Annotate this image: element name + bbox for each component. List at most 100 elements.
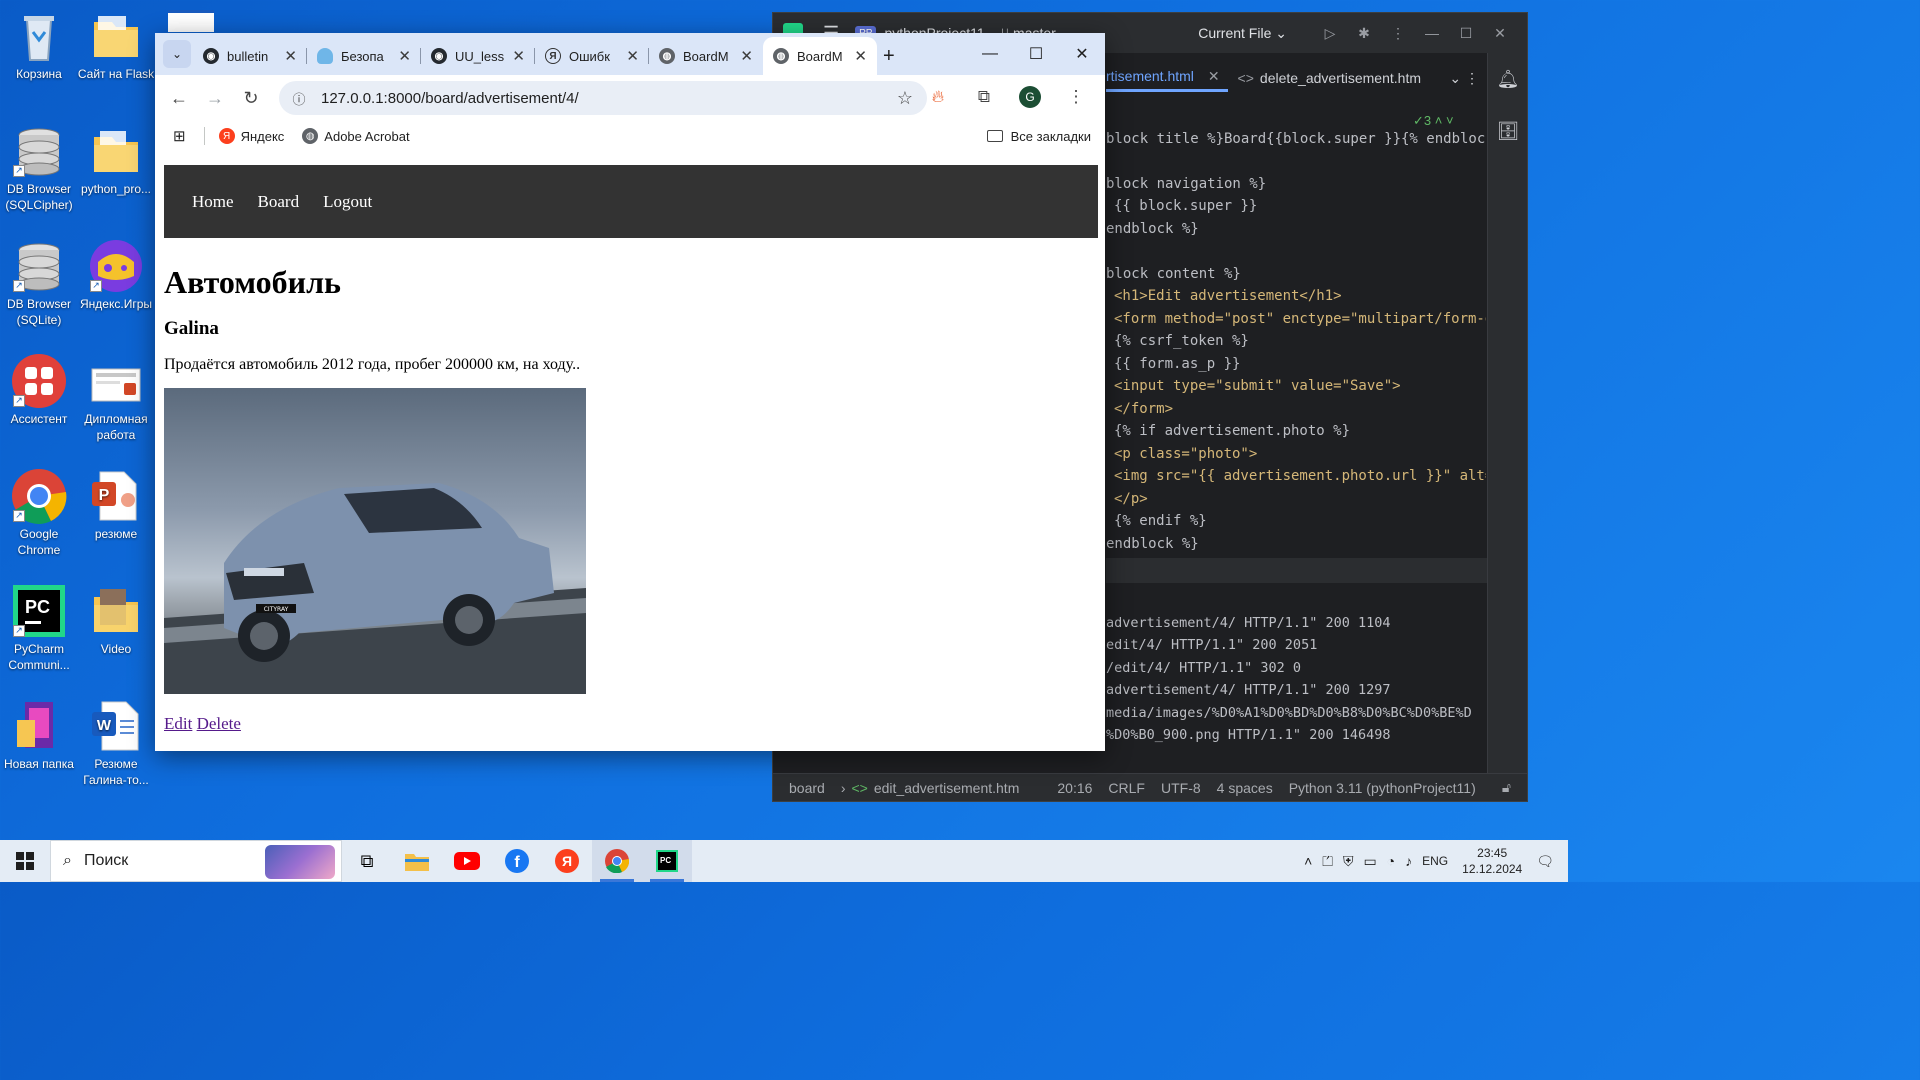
desktop-icon-video[interactable]: Video bbox=[77, 583, 155, 657]
status-position[interactable]: 20:16 bbox=[1057, 780, 1092, 796]
browser-tab[interactable]: Я Ошибк ✕ bbox=[535, 37, 649, 75]
run-icon[interactable]: ▷ bbox=[1313, 25, 1347, 42]
all-bookmarks-button[interactable]: Все закладки bbox=[986, 129, 1091, 144]
maximize-icon[interactable]: ☐ bbox=[1449, 25, 1483, 42]
close-icon[interactable]: ✕ bbox=[1059, 33, 1105, 75]
browser-tab[interactable]: ◍ BoardM ✕ bbox=[649, 37, 763, 75]
editor-tab-active[interactable]: rtisement.html ✕ bbox=[1106, 64, 1228, 92]
status-file[interactable]: edit_advertisement.htm bbox=[874, 780, 1020, 796]
site-info-icon[interactable]: ⓘ bbox=[289, 88, 309, 108]
browser-tab-active[interactable]: ◍ BoardM ✕ bbox=[763, 37, 877, 75]
address-bar[interactable]: ⓘ 127.0.0.1:8000/board/advertisement/4/ … bbox=[279, 81, 927, 115]
status-line-separator[interactable]: CRLF bbox=[1108, 780, 1145, 796]
word-file-icon[interactable] bbox=[168, 10, 214, 32]
desktop-icon-diploma[interactable]: Дипломная работа bbox=[77, 353, 155, 443]
back-icon[interactable]: ← bbox=[161, 80, 197, 116]
desktop-icon-new-folder[interactable]: Новая папка bbox=[0, 698, 78, 772]
desktop-icon-db-browser-sqlcipher[interactable]: ↗ DB Browser (SQLCipher) bbox=[0, 123, 78, 213]
delete-link[interactable]: Delete bbox=[197, 714, 241, 733]
clock[interactable]: 23:45 12.12.2024 bbox=[1462, 845, 1522, 877]
more-icon[interactable]: ⋮ bbox=[1381, 25, 1415, 42]
notifications-icon[interactable]: 🗨︎ bbox=[1536, 853, 1554, 870]
close-tab-icon[interactable]: ✕ bbox=[284, 47, 297, 65]
chrome-taskbar-icon[interactable] bbox=[592, 840, 642, 882]
facebook-icon[interactable]: f bbox=[492, 840, 542, 882]
youtube-icon[interactable] bbox=[442, 840, 492, 882]
notifications-icon[interactable]: 🔔︎ bbox=[1488, 53, 1528, 105]
yandex-browser-icon[interactable]: Я bbox=[542, 840, 592, 882]
pycharm-taskbar-icon[interactable]: PC bbox=[642, 840, 692, 882]
task-view-icon[interactable]: ⧉ bbox=[342, 840, 392, 882]
code-line: <input type="submit" value="Save"> bbox=[1114, 378, 1401, 394]
close-tab-icon[interactable]: ✕ bbox=[512, 47, 525, 65]
taskbar-search[interactable]: ⌕ Поиск bbox=[50, 840, 342, 882]
code-editor[interactable]: block title %}Board{{block.super }}{% en… bbox=[1106, 123, 1486, 553]
extensions-icon[interactable]: ⧉ bbox=[961, 87, 1007, 107]
new-tab-button[interactable]: + bbox=[883, 45, 895, 68]
battery-icon[interactable]: ▭ bbox=[1363, 853, 1376, 870]
desktop-icon-db-browser-sqlite[interactable]: ↗ DB Browser (SQLite) bbox=[0, 238, 78, 328]
close-tab-icon[interactable]: ✕ bbox=[740, 47, 753, 65]
svg-text:PC: PC bbox=[25, 597, 50, 617]
close-tab-icon[interactable]: ✕ bbox=[626, 47, 639, 65]
profile-avatar[interactable]: G bbox=[1007, 86, 1053, 108]
close-icon[interactable]: ✕ bbox=[1483, 25, 1517, 42]
folder-icon bbox=[986, 130, 1003, 142]
editor-tab[interactable]: <> delete_advertisement.htm bbox=[1228, 66, 1431, 90]
advertisement-description: Продаётся автомобиль 2012 года, пробег 2… bbox=[164, 356, 581, 373]
extension-flame-icon[interactable]: 🔥︎ bbox=[915, 87, 961, 107]
tabs-dropdown-icon[interactable]: ⌄ ⋮ bbox=[1449, 70, 1479, 87]
database-tool-icon[interactable]: 🗄︎ bbox=[1488, 105, 1528, 157]
desktop-icon-pycharm[interactable]: PC ↗ PyCharm Communi... bbox=[0, 583, 78, 673]
lock-icon[interactable]: 🔓︎ bbox=[1502, 779, 1511, 796]
desktop-icon-resume-ppt[interactable]: P резюме bbox=[77, 468, 155, 542]
desktop-icon-recycle-bin[interactable]: Корзина bbox=[0, 8, 78, 82]
desktop-icon-resume-word[interactable]: W Резюме Галина-то... bbox=[77, 698, 155, 788]
maximize-icon[interactable]: ☐ bbox=[1013, 33, 1059, 75]
edit-link[interactable]: Edit bbox=[164, 714, 192, 733]
tab-search-icon[interactable]: ⌄ bbox=[163, 40, 191, 68]
run-console[interactable]: advertisement/4/ HTTP/1.1" 200 1104 edit… bbox=[1106, 613, 1486, 773]
start-button[interactable] bbox=[0, 840, 50, 882]
bookmark-adobe-acrobat[interactable]: ◍ Adobe Acrobat bbox=[302, 128, 410, 144]
apps-icon[interactable]: ⊞ bbox=[173, 127, 186, 145]
log-line: edit/4/ HTTP/1.1" 200 2051 bbox=[1106, 637, 1318, 653]
desktop-icon-google-chrome[interactable]: ↗ Google Chrome bbox=[0, 468, 78, 558]
wifi-icon[interactable]: ◔ bbox=[1387, 853, 1395, 869]
close-tab-icon[interactable]: ✕ bbox=[1208, 68, 1220, 84]
nav-link-logout[interactable]: Logout bbox=[323, 192, 372, 212]
desktop-icon-python-pro[interactable]: python_pro... bbox=[77, 123, 155, 197]
volume-icon[interactable]: ♪ bbox=[1405, 853, 1412, 869]
close-tab-icon[interactable]: ✕ bbox=[854, 47, 867, 65]
reload-icon[interactable]: ↻ bbox=[233, 80, 269, 116]
minimize-icon[interactable]: — bbox=[967, 33, 1013, 75]
security-icon[interactable]: ⛨ bbox=[1343, 853, 1354, 870]
bookmark-star-icon[interactable]: ☆ bbox=[897, 88, 913, 109]
debug-icon[interactable]: ✱ bbox=[1347, 25, 1381, 42]
browser-tab[interactable]: Безопа ✕ bbox=[307, 37, 421, 75]
desktop-icon-flask-site[interactable]: Сайт на Flask bbox=[77, 8, 155, 82]
status-encoding[interactable]: UTF-8 bbox=[1161, 780, 1201, 796]
status-interpreter[interactable]: Python 3.11 (pythonProject11) bbox=[1289, 780, 1476, 796]
status-indent[interactable]: 4 spaces bbox=[1217, 780, 1273, 796]
forward-icon[interactable]: → bbox=[197, 80, 233, 116]
run-config-dropdown[interactable]: Current File ⌄ bbox=[1198, 25, 1287, 42]
file-explorer-icon[interactable] bbox=[392, 840, 442, 882]
status-breadcrumb-root[interactable]: board bbox=[789, 780, 825, 796]
desktop-icon-yandex-games[interactable]: ↗ Яндекс.Игры bbox=[77, 238, 155, 312]
minimize-icon[interactable]: — bbox=[1415, 25, 1449, 41]
nav-link-board[interactable]: Board bbox=[258, 192, 300, 212]
nav-link-home[interactable]: Home bbox=[192, 192, 234, 212]
browser-tab[interactable]: ◉ bulletin ✕ bbox=[193, 37, 307, 75]
browser-tab[interactable]: ◉ UU_less ✕ bbox=[421, 37, 535, 75]
log-line: /edit/4/ HTTP/1.1" 302 0 bbox=[1106, 660, 1302, 676]
close-tab-icon[interactable]: ✕ bbox=[398, 47, 411, 65]
bookmark-yandex[interactable]: Я Яндекс bbox=[218, 128, 284, 144]
browser-menu-icon[interactable]: ⋮ bbox=[1053, 87, 1099, 107]
usb-device-icon[interactable]: ⏍ bbox=[1322, 853, 1333, 870]
search-placeholder: Поиск bbox=[83, 852, 129, 869]
chevron-up-icon[interactable]: ˄ bbox=[1304, 853, 1312, 869]
language-indicator[interactable]: ENG bbox=[1422, 854, 1448, 868]
desktop-icon-assistant[interactable]: ↗ Ассистент bbox=[0, 353, 78, 427]
car-image: CITYRAY bbox=[164, 483, 586, 694]
